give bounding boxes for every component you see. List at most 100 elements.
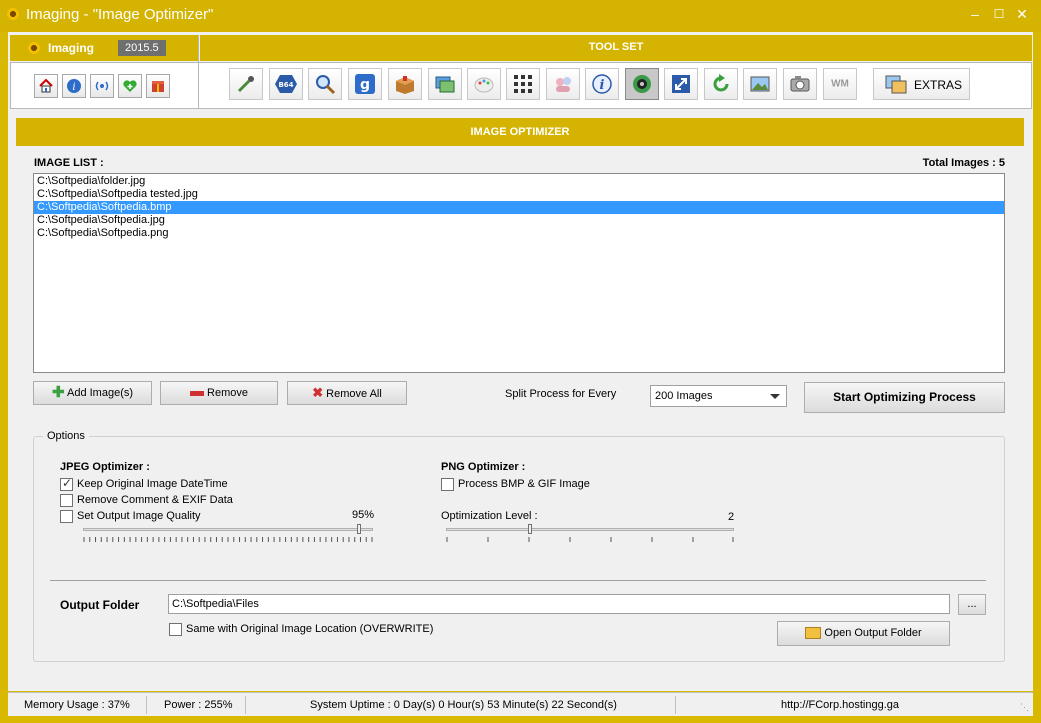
gift-button[interactable]: [146, 74, 170, 98]
broadcast-icon: [95, 81, 109, 91]
memory-usage: Memory Usage : 37%: [24, 699, 130, 711]
website-link[interactable]: http://FCorp.hostingg.ga: [781, 693, 899, 717]
list-item[interactable]: C:\Softpedia\Softpedia tested.jpg: [34, 188, 1004, 201]
box-icon: [396, 76, 414, 94]
minus-icon: [189, 390, 204, 396]
tool-picture[interactable]: [743, 68, 777, 100]
quality-slider-thumb[interactable]: [356, 524, 361, 534]
minimize-button[interactable]: –: [966, 6, 984, 22]
maximize-button[interactable]: ☐: [990, 6, 1008, 22]
heart-plus-icon: [123, 80, 137, 92]
tool-grid[interactable]: [506, 68, 540, 100]
open-output-folder-button[interactable]: Open Output Folder: [777, 621, 950, 646]
same-location-label: Same with Original Image Location (OVERW…: [186, 623, 434, 635]
google-label: g: [360, 77, 370, 93]
tool-image-info[interactable]: i: [585, 68, 619, 100]
remove-all-button[interactable]: ✖ Remove All: [287, 381, 407, 405]
png-optimizer-title: PNG Optimizer :: [441, 461, 526, 473]
optimization-level-label: Optimization Level :: [441, 510, 538, 522]
optimizer-gear-icon: [633, 75, 651, 93]
base64-label: B64: [278, 81, 293, 89]
power-status: Power : 255%: [164, 699, 233, 711]
optimizer-title: IMAGE OPTIMIZER: [16, 118, 1024, 146]
extras-button[interactable]: EXTRAS: [873, 68, 970, 100]
level-slider-track[interactable]: [446, 528, 734, 531]
eyedropper-icon: [237, 76, 254, 93]
remove-button[interactable]: Remove: [160, 381, 278, 405]
tool-color-picker[interactable]: [229, 68, 263, 100]
chevron-down-icon: [770, 394, 780, 399]
broadcast-button[interactable]: [90, 74, 114, 98]
split-select-value: 200 Images: [655, 390, 713, 402]
tool-optimizer[interactable]: [625, 68, 659, 100]
same-location-checkbox[interactable]: [169, 623, 182, 636]
check-icon: ✓: [62, 476, 73, 490]
google-icon: g: [355, 74, 375, 94]
tool-rotate[interactable]: [704, 68, 738, 100]
set-quality-checkbox[interactable]: [60, 510, 73, 523]
tool-convert[interactable]: [428, 68, 462, 100]
remove-exif-checkbox[interactable]: [60, 494, 73, 507]
toolset-title: TOOL SET: [200, 35, 1032, 61]
tool-camera[interactable]: [783, 68, 817, 100]
list-item[interactable]: C:\Softpedia\folder.jpg: [34, 175, 1004, 188]
process-bmp-gif-checkbox[interactable]: [441, 478, 454, 491]
tool-search[interactable]: [308, 68, 342, 100]
tool-package[interactable]: [388, 68, 422, 100]
output-folder-label: Output Folder: [60, 598, 140, 612]
title-bar: Imaging - "Image Optimizer" – ☐ ✕: [0, 0, 1041, 32]
system-uptime: System Uptime : 0 Day(s) 0 Hour(s) 53 Mi…: [310, 699, 617, 711]
quality-slider-ticks: [83, 537, 373, 542]
extras-label: EXTRAS: [914, 78, 963, 92]
add-images-label: Add Image(s): [67, 387, 134, 399]
people-icon: [556, 77, 571, 92]
rotate-icon: [713, 74, 729, 92]
level-slider-ticks: [446, 537, 734, 542]
picture-icon: [750, 76, 770, 92]
tool-resize[interactable]: [664, 68, 698, 100]
keep-datetime-checkbox[interactable]: ✓: [60, 476, 73, 491]
output-folder-field[interactable]: C:\Softpedia\Files: [168, 594, 950, 614]
image-list[interactable]: C:\Softpedia\folder.jpg C:\Softpedia\Sof…: [33, 173, 1005, 373]
image-convert-icon: [435, 76, 455, 93]
status-separator: [146, 696, 147, 714]
status-separator: [675, 696, 676, 714]
resize-grip-icon[interactable]: ⋱: [1020, 702, 1029, 713]
level-slider-thumb[interactable]: [527, 524, 532, 534]
tool-base64[interactable]: B64: [269, 68, 303, 100]
health-button[interactable]: [118, 74, 142, 98]
info-icon: i: [67, 79, 81, 93]
grid-icon: [514, 75, 532, 93]
quality-slider-track[interactable]: [83, 528, 373, 531]
split-select[interactable]: 200 Images: [650, 385, 787, 407]
browse-button[interactable]: ...: [958, 594, 986, 615]
info-button[interactable]: i: [62, 74, 86, 98]
resize-icon: [672, 75, 690, 93]
tool-paint[interactable]: [467, 68, 501, 100]
list-item[interactable]: C:\Softpedia\Softpedia.jpg: [34, 214, 1004, 227]
home-button[interactable]: [34, 74, 58, 98]
list-item[interactable]: C:\Softpedia\Softpedia.png: [34, 227, 1004, 240]
home-icon: [39, 78, 53, 93]
app-logo-icon: [6, 7, 20, 21]
base64-icon: B64: [275, 75, 297, 93]
add-images-button[interactable]: ✚ Add Image(s): [33, 381, 152, 405]
watermark-label: WM: [831, 78, 849, 90]
process-bmp-gif-label: Process BMP & GIF Image: [458, 478, 590, 490]
split-label: Split Process for Every: [505, 388, 617, 400]
keep-datetime-label: Keep Original Image DateTime: [77, 478, 228, 490]
image-list-label: IMAGE LIST :: [34, 157, 104, 169]
svg-text:i: i: [600, 78, 605, 93]
gift-icon: [152, 81, 164, 92]
tool-watermark[interactable]: WM: [823, 68, 857, 100]
list-item[interactable]: C:\Softpedia\Softpedia.bmp: [34, 201, 1004, 214]
tool-google[interactable]: g: [348, 68, 382, 100]
total-images: Total Images : 5: [922, 157, 1005, 169]
start-optimizing-button[interactable]: Start Optimizing Process: [804, 382, 1005, 413]
set-quality-label: Set Output Image Quality: [77, 510, 201, 522]
window-title: Imaging - "Image Optimizer": [26, 6, 214, 23]
folder-icon: [805, 627, 822, 640]
tool-faces[interactable]: [546, 68, 580, 100]
close-button[interactable]: ✕: [1013, 6, 1031, 22]
brand-logo-icon: [27, 41, 41, 55]
